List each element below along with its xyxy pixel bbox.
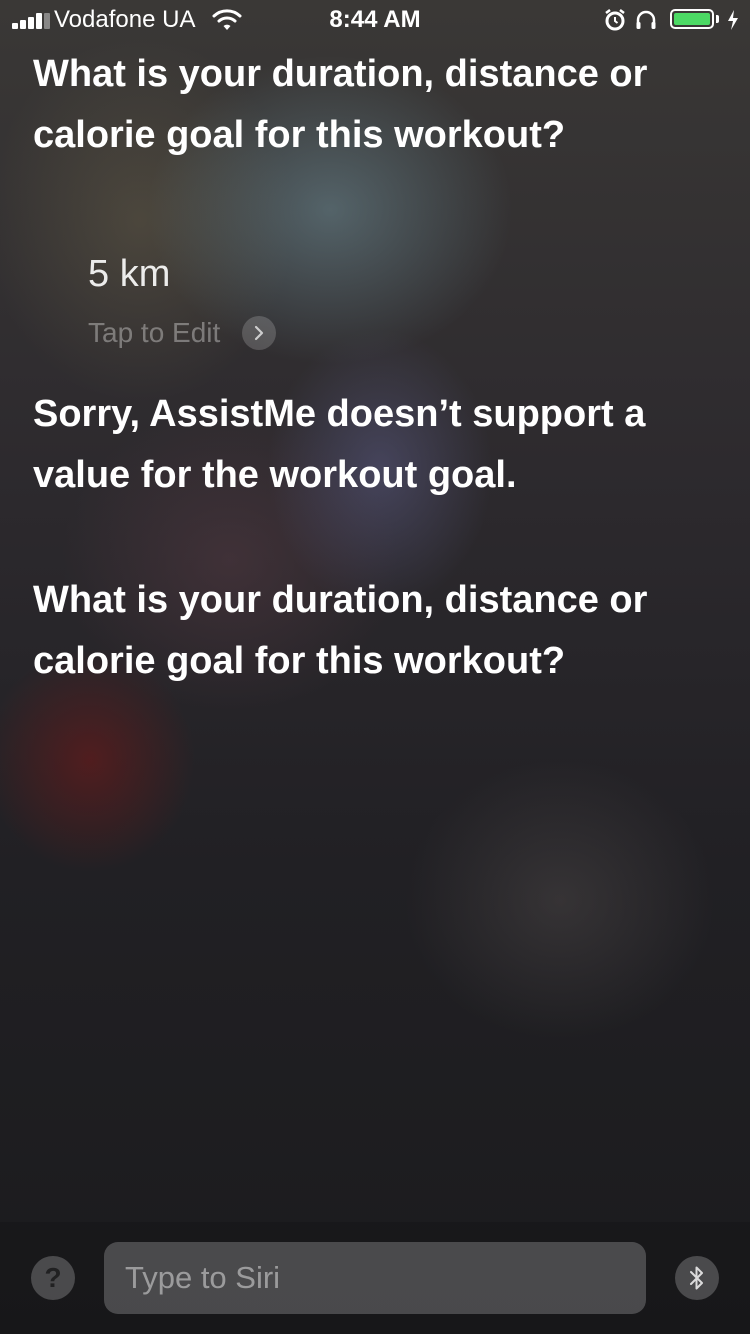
- bolt-icon: [728, 10, 738, 30]
- type-to-siri-placeholder: Type to Siri: [125, 1260, 281, 1295]
- status-bar: Vodafone UA 8:44 AM: [0, 0, 750, 40]
- bluetooth-button[interactable]: [675, 1256, 719, 1300]
- type-to-siri-input[interactable]: Type to Siri: [104, 1242, 646, 1314]
- help-button[interactable]: ?: [31, 1256, 75, 1300]
- tap-to-edit-label: Tap to Edit: [88, 317, 221, 348]
- headphones-icon: [636, 10, 656, 29]
- siri-prompt: What is your duration, distance or calor…: [33, 53, 648, 156]
- help-icon: ?: [44, 1262, 62, 1293]
- siri-prompt-repeat: What is your duration, distance or calor…: [33, 579, 648, 682]
- battery-tip: [716, 15, 719, 23]
- user-utterance[interactable]: 5 km Tap to Edit: [88, 246, 488, 350]
- bluetooth-icon: [690, 1266, 703, 1290]
- tap-to-edit-button[interactable]: Tap to Edit: [88, 316, 277, 350]
- chevron-right-icon: [242, 316, 277, 350]
- alarm-icon: [605, 9, 625, 31]
- battery-icon: [670, 9, 714, 29]
- siri-response: Sorry, AssistMe doesn’t support a value …: [33, 393, 646, 496]
- user-goal-value: 5 km: [88, 253, 171, 295]
